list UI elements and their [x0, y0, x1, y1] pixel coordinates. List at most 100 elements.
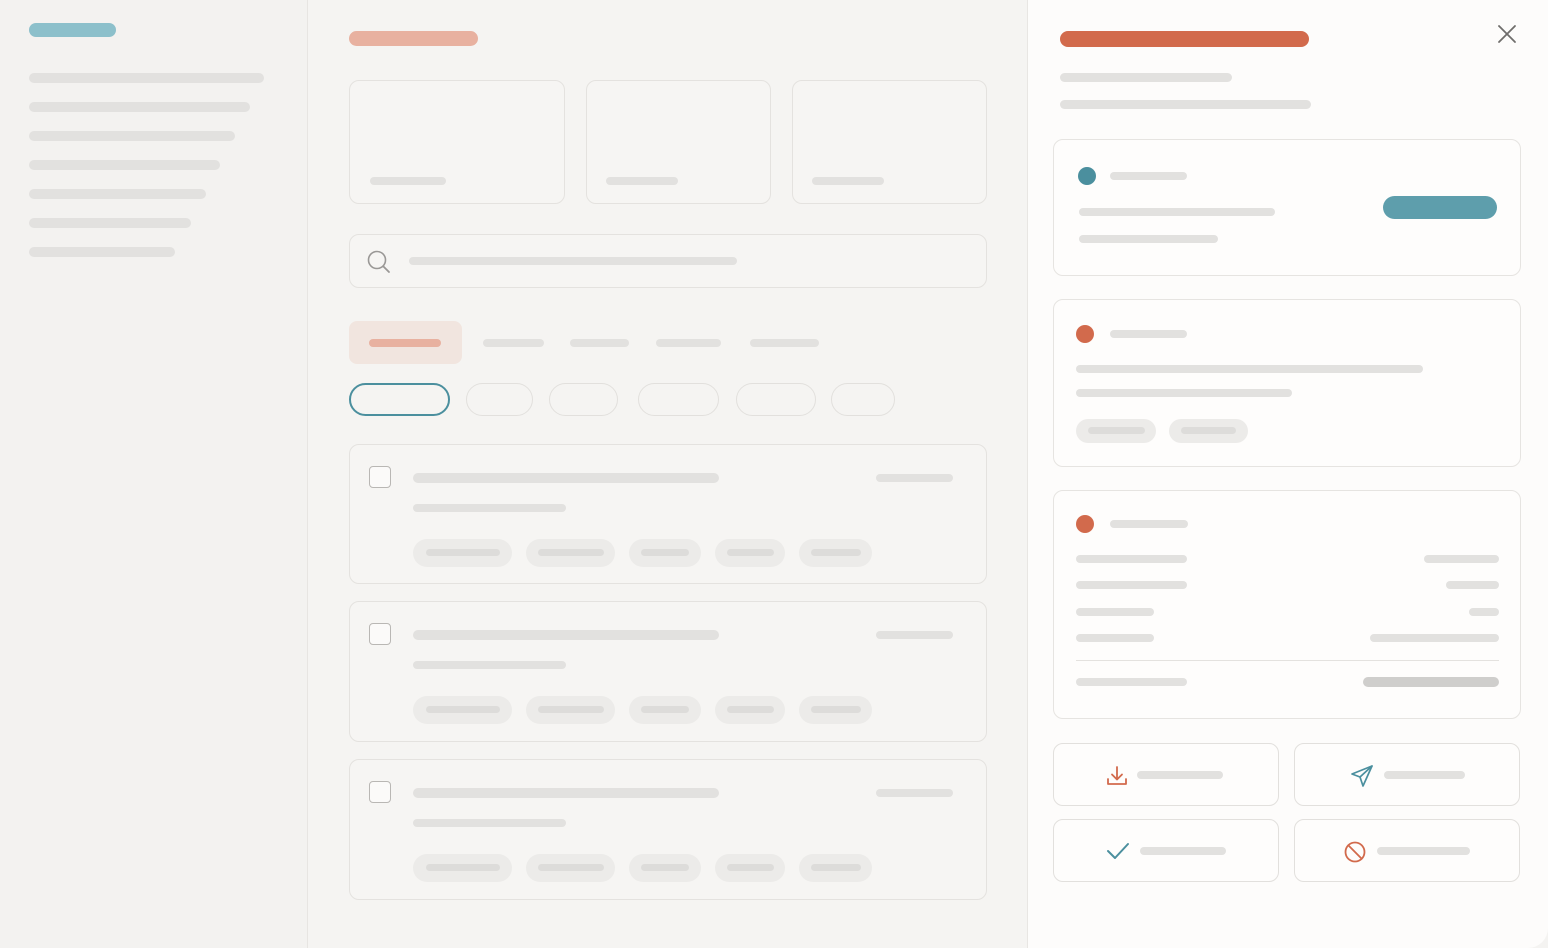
- detail-panel: [1027, 0, 1548, 948]
- sidebar-item[interactable]: [29, 131, 235, 141]
- button-label: [1137, 771, 1223, 779]
- summary-divider: [1076, 660, 1499, 661]
- sidebar-item[interactable]: [29, 73, 264, 83]
- send-button[interactable]: [1294, 743, 1520, 806]
- card-tag: [1169, 419, 1248, 443]
- list-item[interactable]: [349, 601, 987, 742]
- button-label: [1140, 847, 1226, 855]
- search-input[interactable]: [349, 234, 987, 288]
- tab[interactable]: [750, 339, 819, 347]
- sidebar-logo: [29, 23, 116, 37]
- tab-active[interactable]: [349, 321, 462, 364]
- search-icon: [367, 250, 390, 273]
- stat-card-label: [812, 177, 884, 185]
- stat-card[interactable]: [792, 80, 987, 204]
- summary-label: [1076, 634, 1154, 642]
- stat-card-label: [370, 177, 446, 185]
- filter-chip[interactable]: [466, 383, 533, 416]
- main-content: [308, 0, 1027, 948]
- status-dot: [1078, 167, 1096, 185]
- stat-card-label: [606, 177, 678, 185]
- card-tag: [1076, 419, 1156, 443]
- button-label: [1384, 771, 1465, 779]
- row-tag: [715, 539, 785, 567]
- row-title: [413, 788, 719, 798]
- download-icon: [1107, 766, 1127, 785]
- card-line: [1079, 208, 1275, 216]
- card-heading: [1110, 172, 1187, 180]
- row-meta: [876, 474, 953, 482]
- sidebar-item[interactable]: [29, 102, 250, 112]
- filter-chip[interactable]: [736, 383, 816, 416]
- row-tag: [413, 696, 512, 724]
- sidebar-item[interactable]: [29, 160, 220, 170]
- filter-chip[interactable]: [638, 383, 719, 416]
- close-icon[interactable]: [1496, 23, 1518, 45]
- row-tag: [526, 854, 615, 882]
- status-dot: [1076, 515, 1094, 533]
- sidebar-item[interactable]: [29, 189, 206, 199]
- summary-label: [1076, 555, 1187, 563]
- filter-chip[interactable]: [549, 383, 618, 416]
- sidebar-item[interactable]: [29, 218, 191, 228]
- status-pill[interactable]: [1383, 196, 1497, 219]
- stat-card[interactable]: [586, 80, 771, 204]
- card-line: [1076, 365, 1423, 373]
- row-tag: [799, 696, 872, 724]
- row-title: [413, 630, 719, 640]
- panel-title: [1060, 31, 1309, 47]
- panel-subtitle: [1060, 100, 1311, 109]
- row-subtitle: [413, 504, 566, 512]
- info-card: [1053, 299, 1521, 467]
- card-heading: [1110, 330, 1187, 338]
- summary-label: [1076, 581, 1187, 589]
- row-tag: [413, 539, 512, 567]
- tab[interactable]: [656, 339, 721, 347]
- row-tag: [715, 696, 785, 724]
- summary-value: [1370, 634, 1499, 642]
- card-line: [1079, 235, 1218, 243]
- approve-button[interactable]: [1053, 819, 1279, 882]
- row-tag: [799, 539, 872, 567]
- summary-total-value: [1363, 677, 1499, 687]
- tab[interactable]: [483, 339, 544, 347]
- card-line: [1076, 389, 1292, 397]
- stat-card[interactable]: [349, 80, 565, 204]
- row-tag: [413, 854, 512, 882]
- row-tag: [629, 696, 701, 724]
- filter-chip[interactable]: [831, 383, 895, 416]
- sidebar: [0, 0, 308, 948]
- row-meta: [876, 789, 953, 797]
- send-icon: [1351, 765, 1373, 787]
- row-tag: [799, 854, 872, 882]
- list-item[interactable]: [349, 759, 987, 900]
- row-tag: [526, 696, 615, 724]
- filter-chip-active[interactable]: [349, 383, 450, 416]
- row-tag: [629, 854, 701, 882]
- reject-button[interactable]: [1294, 819, 1520, 882]
- summary-value: [1469, 608, 1499, 616]
- button-label: [1377, 847, 1470, 855]
- summary-total-label: [1076, 678, 1187, 686]
- row-tag: [629, 539, 701, 567]
- block-icon: [1344, 841, 1366, 863]
- page-title: [349, 31, 478, 46]
- card-heading: [1110, 520, 1188, 528]
- panel-subtitle: [1060, 73, 1232, 82]
- row-checkbox[interactable]: [369, 781, 391, 803]
- summary-value: [1446, 581, 1499, 589]
- status-dot: [1076, 325, 1094, 343]
- status-card: [1053, 139, 1521, 276]
- download-button[interactable]: [1053, 743, 1279, 806]
- summary-label: [1076, 608, 1154, 616]
- row-checkbox[interactable]: [369, 623, 391, 645]
- tab[interactable]: [570, 339, 629, 347]
- row-checkbox[interactable]: [369, 466, 391, 488]
- summary-card: [1053, 490, 1521, 719]
- list-item[interactable]: [349, 444, 987, 584]
- row-subtitle: [413, 819, 566, 827]
- row-tag: [526, 539, 615, 567]
- sidebar-item[interactable]: [29, 247, 175, 257]
- search-placeholder: [409, 257, 737, 265]
- row-subtitle: [413, 661, 566, 669]
